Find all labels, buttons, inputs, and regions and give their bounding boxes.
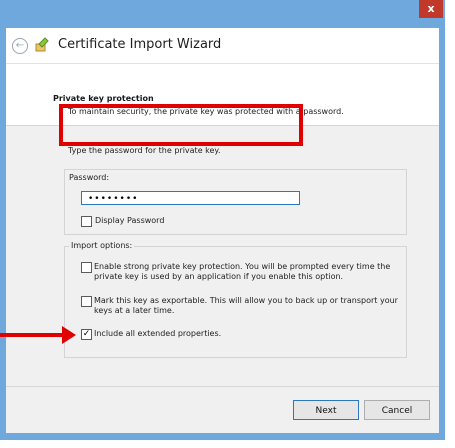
window-title: Certificate Import Wizard: [58, 37, 222, 52]
page-title: Private key protection: [53, 94, 154, 103]
strong-protection-checkbox[interactable]: [81, 262, 92, 273]
exportable-label-line1[interactable]: Mark this key as exportable. This will a…: [94, 296, 398, 305]
display-password-label[interactable]: Display Password: [95, 216, 164, 225]
password-highlight-box: [59, 104, 303, 146]
cancel-button[interactable]: Cancel: [364, 400, 430, 420]
wizard-footer: Next Cancel: [6, 386, 439, 433]
certificate-wizard-icon: [35, 37, 49, 52]
exportable-label-line2[interactable]: keys at a later time.: [94, 306, 174, 315]
next-button[interactable]: Next: [293, 400, 359, 420]
extended-properties-checkbox[interactable]: ✓: [81, 329, 92, 340]
back-arrow-icon[interactable]: ←: [12, 38, 28, 54]
close-button[interactable]: x: [419, 0, 443, 18]
strong-protection-label-line1[interactable]: Enable strong private key protection. Yo…: [94, 262, 390, 271]
annotation-arrow-shaft: [0, 333, 68, 337]
strong-protection-label-line2[interactable]: private key is used by an application if…: [94, 272, 343, 281]
import-options-label: Import options:: [69, 241, 135, 250]
password-label: Password:: [69, 173, 110, 182]
display-password-checkbox[interactable]: [81, 216, 92, 227]
wizard-header: ← Certificate Import Wizard: [6, 28, 439, 64]
password-prompt: Type the password for the private key.: [68, 146, 221, 155]
password-input[interactable]: ••••••••: [81, 191, 300, 205]
extended-properties-label[interactable]: Include all extended properties.: [94, 329, 221, 338]
annotation-arrow-icon: [62, 326, 76, 344]
exportable-checkbox[interactable]: [81, 296, 92, 307]
wizard-window: x ← Certificate Import Wizard Private ke…: [0, 0, 445, 440]
